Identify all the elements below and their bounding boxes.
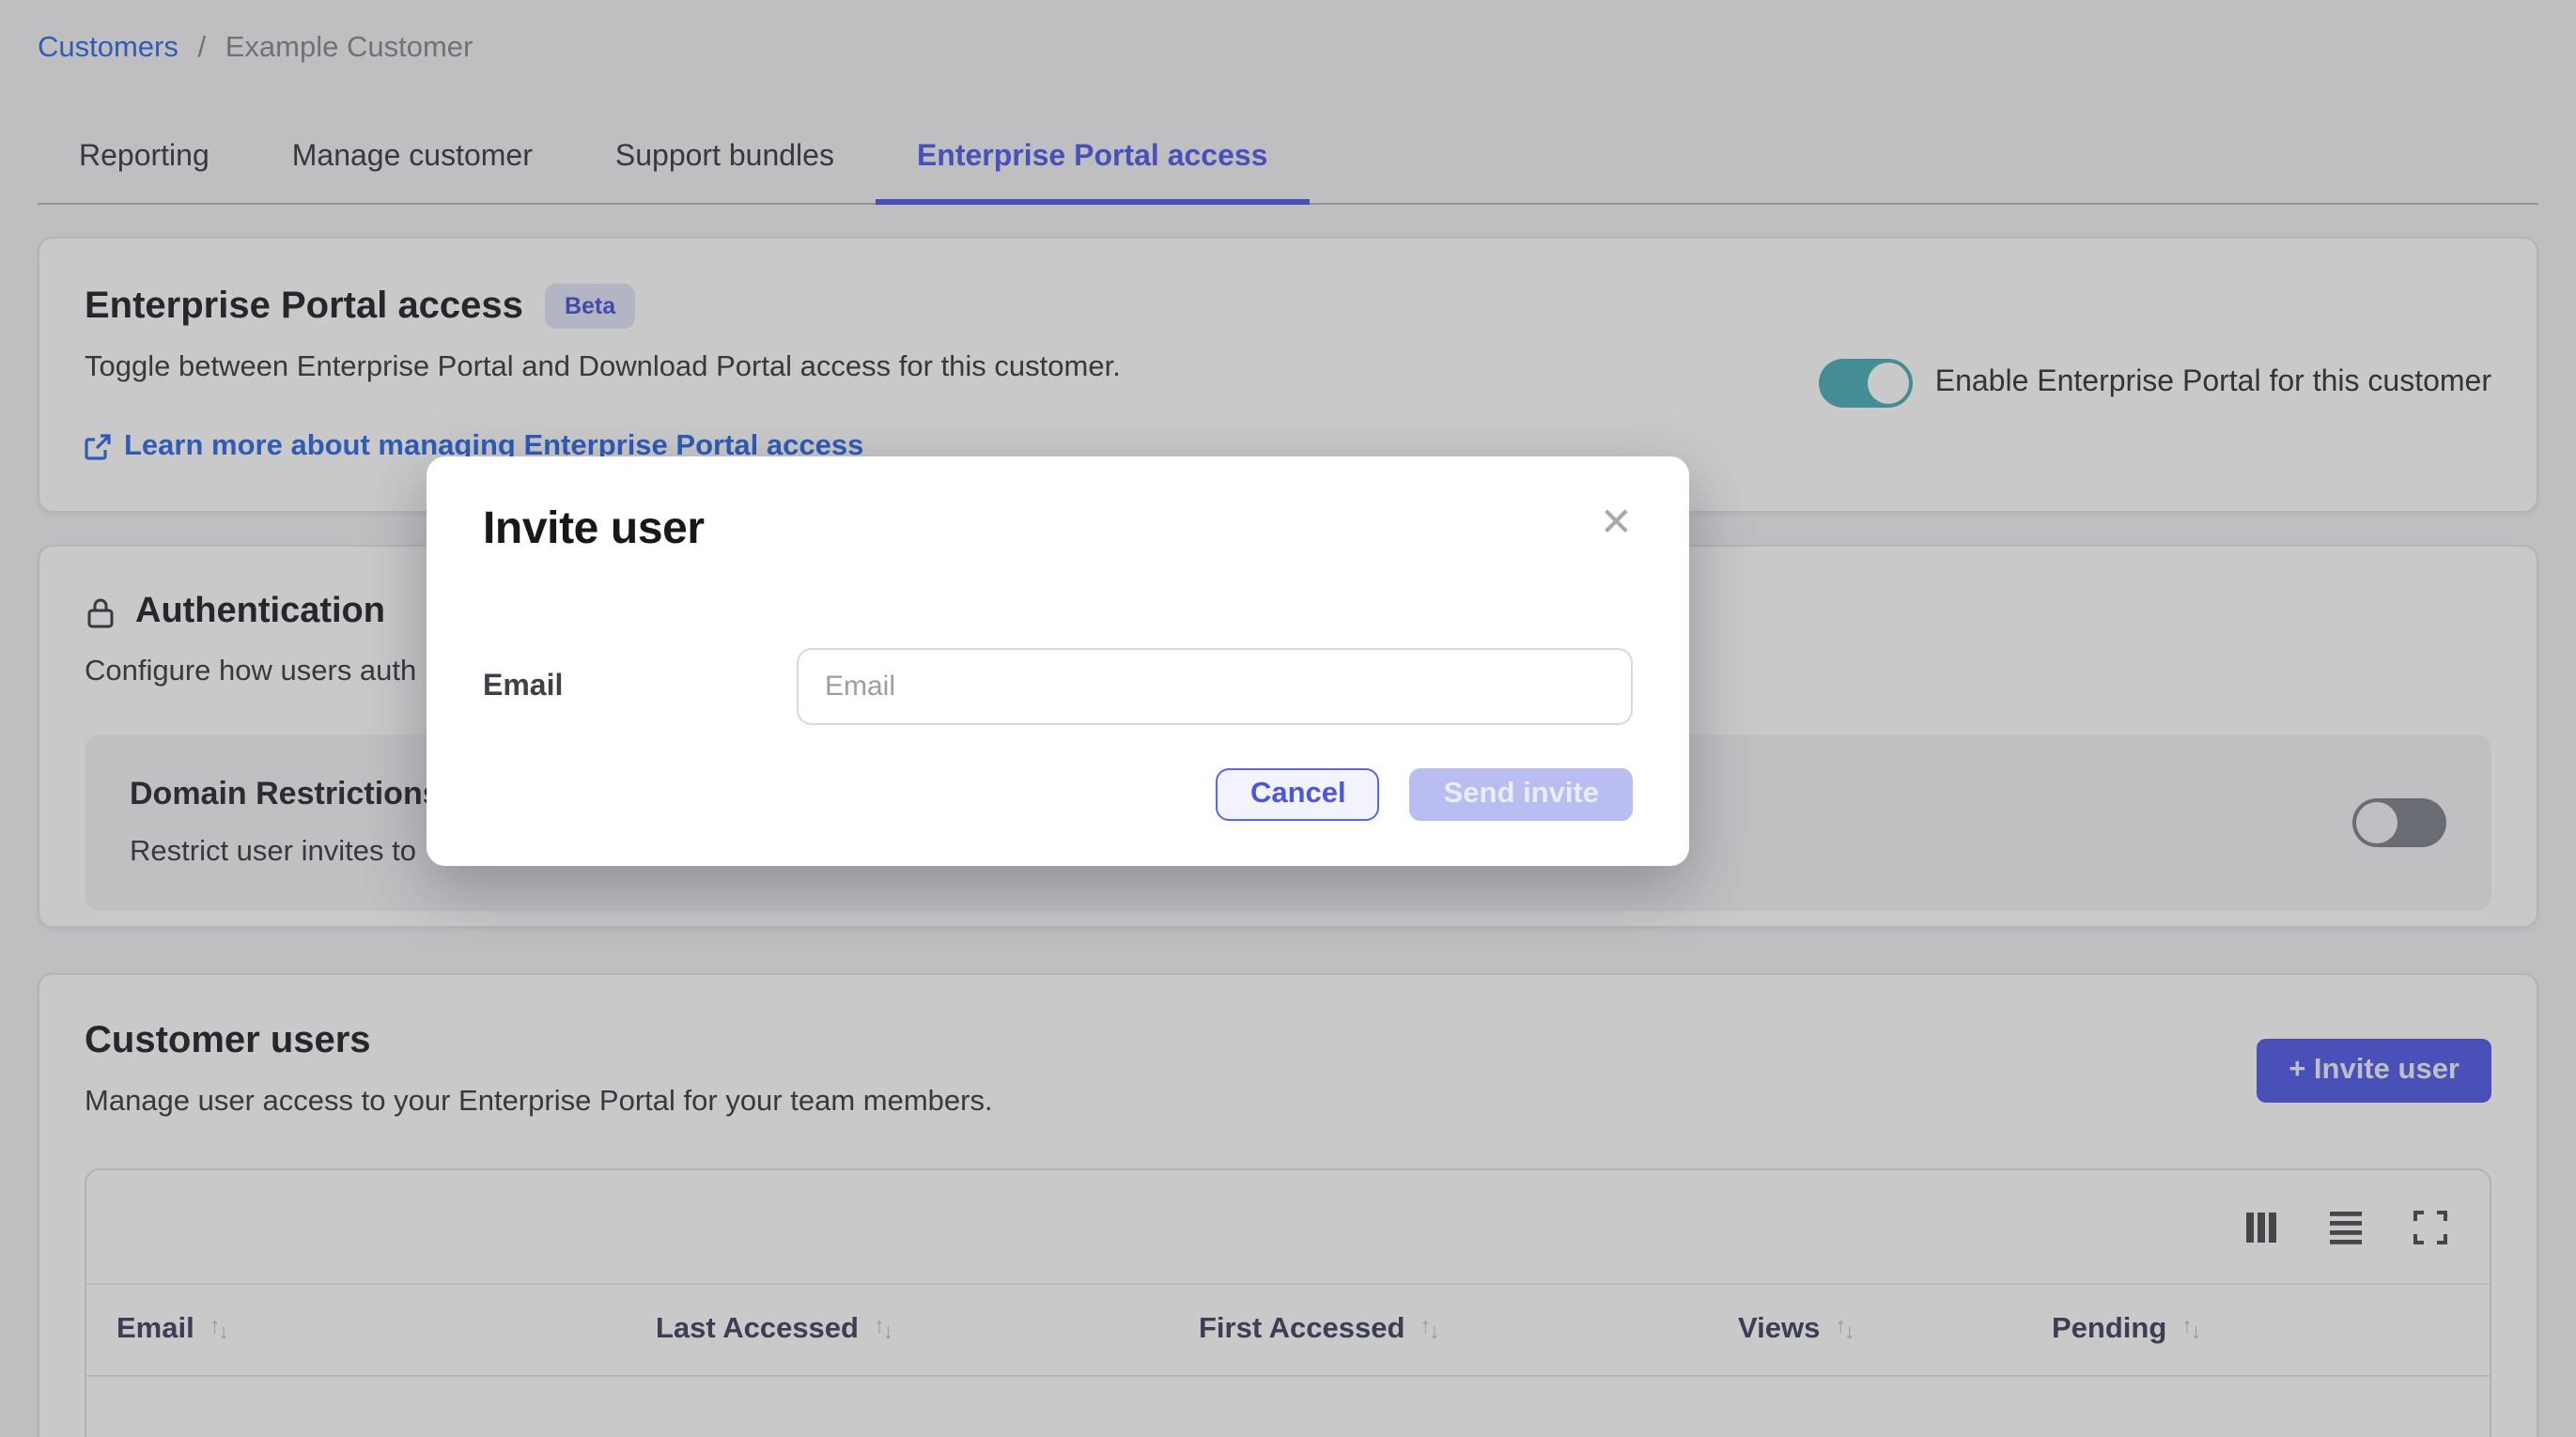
modal-title: Invite user <box>483 505 705 554</box>
email-input[interactable] <box>797 648 1633 725</box>
enterprise-portal-page: Customers / Example Customer Reporting M… <box>0 0 2576 1437</box>
email-label: Email <box>483 670 797 703</box>
cancel-button[interactable]: Cancel <box>1217 768 1380 821</box>
close-icon[interactable]: ✕ <box>1600 505 1633 543</box>
invite-user-modal: Invite user ✕ Email Cancel Send invite <box>427 456 1689 866</box>
send-invite-button[interactable]: Send invite <box>1410 768 1633 821</box>
